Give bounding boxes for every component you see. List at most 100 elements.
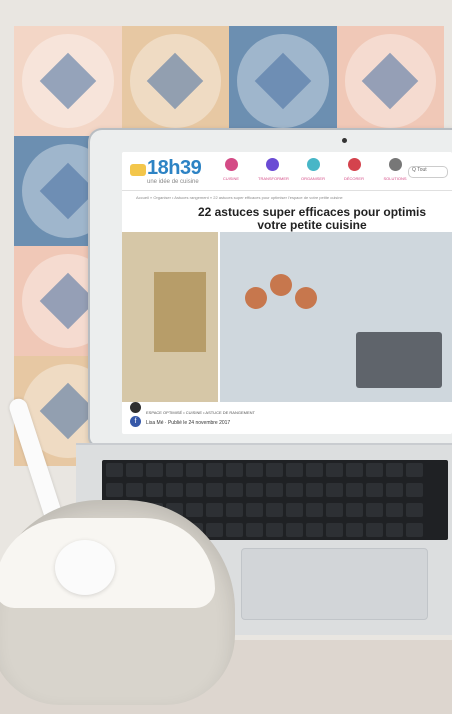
- key: [186, 483, 203, 497]
- tile: [229, 26, 337, 136]
- tile: [14, 26, 122, 136]
- key: [226, 463, 243, 477]
- key: [246, 483, 263, 497]
- trackpad: [241, 548, 428, 620]
- key: [266, 483, 283, 497]
- tile: [336, 26, 444, 136]
- key: [146, 483, 163, 497]
- organiser-icon: [306, 158, 320, 171]
- key: [206, 503, 223, 517]
- key: [106, 483, 123, 497]
- key: [206, 463, 223, 477]
- kitchen-photo[interactable]: [220, 232, 452, 402]
- key: [306, 523, 323, 537]
- stove: [356, 332, 442, 388]
- key-row: [102, 480, 448, 500]
- key: [126, 463, 143, 477]
- nav-label: DÉCORER: [343, 176, 364, 181]
- key: [206, 523, 223, 537]
- cuisine-icon: [224, 158, 238, 171]
- pantry-shelf: [154, 272, 206, 352]
- tile: [121, 26, 229, 136]
- key: [306, 463, 323, 477]
- key: [386, 463, 403, 477]
- key: [186, 463, 203, 477]
- main-nav: CUISINE TRANSFORMER ORGANISER DÉCORER SO…: [217, 158, 409, 181]
- key: [406, 503, 423, 517]
- nav-label: ORGANISER: [300, 176, 325, 181]
- nav-item-transformer[interactable]: TRANSFORMER: [258, 158, 289, 181]
- breadcrumb: Accueil » Organiser • Astuces rangement …: [136, 195, 343, 200]
- logo-mark-icon: [130, 164, 146, 176]
- key: [266, 503, 283, 517]
- key: [106, 463, 123, 477]
- pan-icon: [245, 287, 267, 309]
- facebook-icon[interactable]: f: [130, 416, 141, 427]
- key: [326, 463, 343, 477]
- key: [246, 463, 263, 477]
- key: [326, 523, 343, 537]
- key: [406, 483, 423, 497]
- key: [346, 463, 363, 477]
- key: [126, 483, 143, 497]
- article-title-line: votre petite cuisine: [257, 218, 367, 232]
- key: [366, 483, 383, 497]
- decorer-icon: [347, 158, 361, 171]
- search-input[interactable]: Q Tout: [408, 166, 448, 178]
- nav-item-organiser[interactable]: ORGANISER: [299, 158, 327, 181]
- key: [346, 483, 363, 497]
- key: [226, 523, 243, 537]
- key: [306, 483, 323, 497]
- key: [346, 503, 363, 517]
- article-images: [122, 232, 452, 402]
- key: [366, 463, 383, 477]
- article-title: 22 astuces super efficaces pour optimis …: [172, 206, 452, 232]
- article-meta: f ESPACE OPTIMISÉ • CUISINE • ASTUCE DE …: [122, 402, 452, 434]
- key: [286, 503, 303, 517]
- scene: 18h39 une idée de cuisine CUISINE TRANSF…: [0, 0, 452, 714]
- key: [186, 503, 203, 517]
- key: [266, 463, 283, 477]
- article-categories: ESPACE OPTIMISÉ • CUISINE • ASTUCE DE RA…: [146, 410, 255, 415]
- key: [246, 503, 263, 517]
- key: [286, 523, 303, 537]
- key: [406, 463, 423, 477]
- key: [226, 503, 243, 517]
- nav-label: CUISINE: [222, 176, 240, 181]
- mixing-bowl: [0, 500, 235, 705]
- key: [226, 483, 243, 497]
- nav-label: TRANSFORMER: [258, 176, 289, 181]
- key: [366, 523, 383, 537]
- solutions-icon: [388, 158, 402, 171]
- key: [386, 483, 403, 497]
- pantry-photo[interactable]: [122, 232, 218, 402]
- key: [266, 523, 283, 537]
- site-tagline: une idée de cuisine: [147, 179, 199, 185]
- key: [246, 523, 263, 537]
- key: [346, 523, 363, 537]
- nav-item-solutions[interactable]: SOLUTIONS: [381, 158, 409, 181]
- key: [286, 483, 303, 497]
- key: [366, 503, 383, 517]
- key: [406, 523, 423, 537]
- site-header: 18h39 une idée de cuisine CUISINE TRANSF…: [122, 152, 452, 191]
- nav-item-cuisine[interactable]: CUISINE: [217, 158, 245, 181]
- key: [326, 483, 343, 497]
- key: [286, 463, 303, 477]
- nav-label: SOLUTIONS: [383, 176, 407, 181]
- site-logo[interactable]: 18h39: [147, 157, 202, 180]
- key-row: [102, 460, 448, 480]
- key: [386, 503, 403, 517]
- browser-page: 18h39 une idée de cuisine CUISINE TRANSF…: [122, 152, 452, 434]
- pinterest-icon[interactable]: [130, 402, 141, 413]
- key: [326, 503, 343, 517]
- spoon-head: [55, 540, 115, 595]
- article-byline: Lisa Mé · Publié le 24 novembre 2017: [146, 420, 231, 426]
- pan-icon: [270, 274, 292, 296]
- key: [166, 463, 183, 477]
- key: [206, 483, 223, 497]
- nav-item-decorer[interactable]: DÉCORER: [340, 158, 368, 181]
- pan-icon: [295, 287, 317, 309]
- key: [166, 483, 183, 497]
- camera-icon: [342, 138, 347, 143]
